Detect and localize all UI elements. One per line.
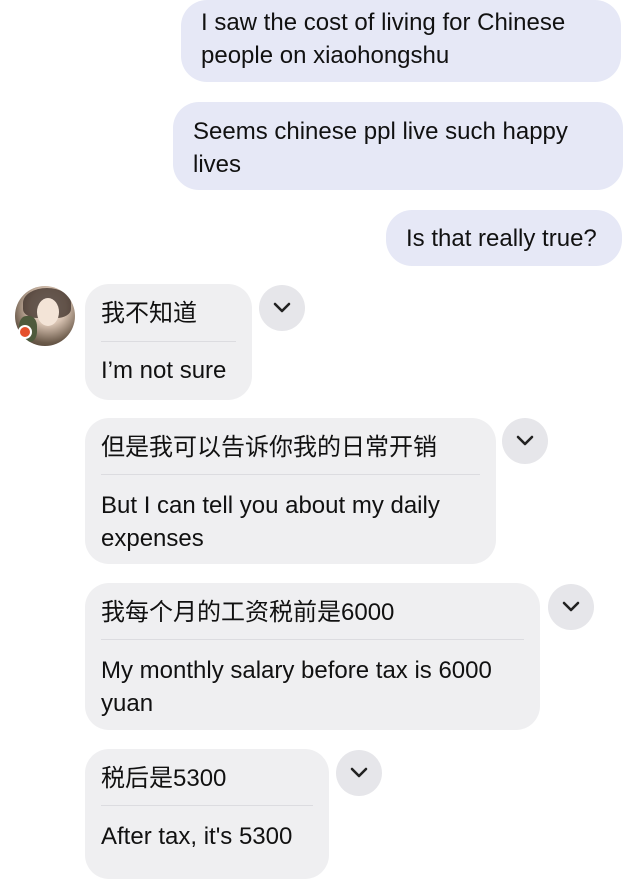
original-text: 我不知道	[101, 300, 197, 327]
translated-text: After tax, it's 5300	[101, 823, 293, 850]
chevron-down-icon	[562, 601, 580, 612]
received-message[interactable]: 我不知道 I’m not sure	[85, 284, 252, 400]
sent-message[interactable]: Is that really true?	[386, 210, 622, 266]
sent-message-text: Is that really true?	[406, 225, 597, 252]
sent-message-text: Seems chinese ppl live such happy lives	[193, 118, 568, 178]
sent-message[interactable]: Seems chinese ppl live such happy lives	[173, 102, 623, 190]
original-text: 我每个月的工资税前是6000	[101, 599, 395, 626]
received-message[interactable]: 我每个月的工资税前是6000 My monthly salary before …	[85, 583, 540, 730]
translate-toggle-button[interactable]	[259, 285, 305, 331]
chevron-down-icon	[273, 302, 291, 313]
original-text: 但是我可以告诉你我的日常开销	[101, 434, 437, 461]
translated-text: I’m not sure	[101, 357, 227, 384]
chevron-down-icon	[516, 435, 534, 446]
translate-toggle-button[interactable]	[336, 750, 382, 796]
received-message[interactable]: 但是我可以告诉你我的日常开销 But I can tell you about …	[85, 418, 496, 564]
received-message[interactable]: 税后是5300 After tax, it's 5300	[85, 749, 329, 879]
chevron-down-icon	[350, 767, 368, 778]
translated-text: My monthly salary before tax is 6000 yua…	[101, 657, 492, 717]
sent-message[interactable]: I saw the cost of living for Chinese peo…	[181, 0, 621, 82]
translated-text: But I can tell you about my daily expens…	[101, 492, 440, 552]
original-text: 税后是5300	[101, 765, 227, 792]
status-dot	[18, 325, 32, 339]
sent-message-text: I saw the cost of living for Chinese peo…	[201, 9, 566, 69]
translate-toggle-button[interactable]	[548, 584, 594, 630]
translate-toggle-button[interactable]	[502, 418, 548, 464]
